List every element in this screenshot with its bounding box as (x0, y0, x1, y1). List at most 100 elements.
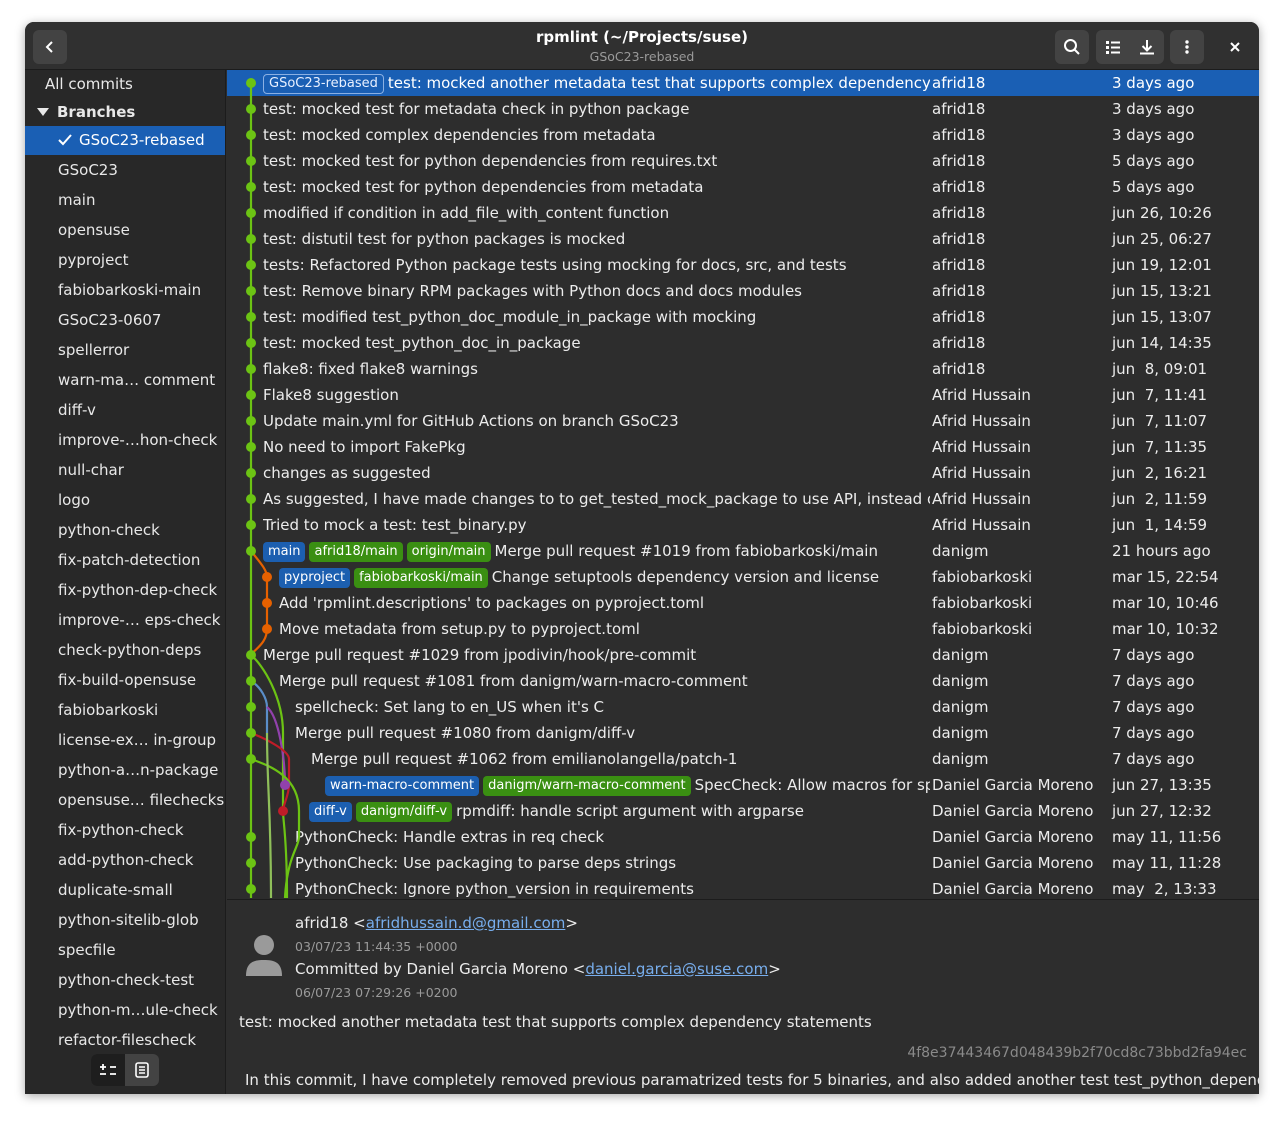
commit-row[interactable]: test: mocked test_python_doc_in_package a… (227, 330, 1259, 356)
commit-row[interactable]: Move metadata from setup.py to pyproject… (227, 616, 1259, 642)
commit-message: Merge pull request #1019 from fabiobarko… (494, 542, 878, 560)
commit-row[interactable]: spellcheck: Set lang to en_US when it's … (227, 694, 1259, 720)
commit-node (246, 546, 256, 556)
commit-row[interactable]: warn-macro-comment danigm/warn-macro-comm… (227, 772, 1259, 798)
commit-date: jun 8, 09:01 (1112, 360, 1208, 378)
commit-row[interactable]: Merge pull request #1062 from emilianola… (227, 746, 1259, 772)
commit-node (246, 754, 256, 764)
sidebar-branch-item[interactable]: fabiobarkoski (25, 696, 225, 724)
commit-row[interactable]: As suggested, I have made changes to to … (227, 486, 1259, 512)
main-menu-button[interactable] (1170, 30, 1204, 64)
commit-row[interactable]: modified if condition in add_file_with_c… (227, 200, 1259, 226)
commit-date: jun 15, 13:07 (1112, 308, 1212, 326)
download-icon (1140, 40, 1154, 55)
commit-row[interactable]: Merge pull request #1081 from danigm/war… (227, 668, 1259, 694)
commit-date: may 11, 11:56 (1112, 828, 1222, 846)
branch-label: logo (58, 491, 91, 509)
commit-row[interactable]: test: mocked test for metadata check in … (227, 96, 1259, 122)
commit-node (246, 676, 256, 686)
sidebar-branch-item[interactable]: opensuse… filechecks (25, 786, 225, 814)
sidebar-branch-item[interactable]: opensuse (25, 216, 225, 244)
commit-row[interactable]: changes as suggested Afrid Hussain jun 2, … (227, 460, 1259, 486)
branch-label: duplicate-small (58, 881, 173, 899)
sidebar-branch-item[interactable]: spellerror (25, 336, 225, 364)
commit-row[interactable]: test: distutil test for python packages … (227, 226, 1259, 252)
commit-date: jun 2, 16:21 (1112, 464, 1208, 482)
sidebar-branch-item[interactable]: GSoC23 (25, 156, 225, 184)
all-commits-item[interactable]: All commits (25, 70, 225, 98)
commit-node (246, 520, 256, 530)
commit-node (246, 442, 256, 452)
commit-row[interactable]: Merge pull request #1080 from danigm/dif… (227, 720, 1259, 746)
commit-author: Afrid Hussain (932, 438, 1031, 456)
sidebar-branch-item[interactable]: check-python-deps (25, 636, 225, 664)
sidebar-branch-item[interactable]: python-m…ule-check (25, 996, 225, 1024)
commit-node (246, 208, 256, 218)
back-button[interactable] (33, 30, 67, 64)
commit-row[interactable]: Merge pull request #1029 from jpodivin/h… (227, 642, 1259, 668)
sidebar-branch-item[interactable]: GSoC23-0607 (25, 306, 225, 334)
sidebar-branch-item[interactable]: improve-… eps-check (25, 606, 225, 634)
commit-row[interactable]: Flake8 suggestion Afrid Hussain jun 7, 11:… (227, 382, 1259, 408)
commit-row[interactable]: test: modified test_python_doc_module_in… (227, 304, 1259, 330)
branch-label: specfile (58, 941, 116, 959)
sidebar-branch-item[interactable]: fix-python-check (25, 816, 225, 844)
compare-button[interactable] (91, 1054, 125, 1086)
sidebar-branch-item[interactable]: warn-ma… comment (25, 366, 225, 394)
list-view-button[interactable] (1096, 30, 1130, 64)
committer-email-link[interactable]: daniel.garcia@suse.com (585, 960, 768, 978)
commit-row[interactable]: flake8: fixed flake8 warnings afrid18 jun … (227, 356, 1259, 382)
commit-node (246, 104, 256, 114)
sidebar-branch-item[interactable]: logo (25, 486, 225, 514)
commit-row[interactable]: diff-v danigm/diff-v rpmdiff: handle scrip… (227, 798, 1259, 824)
commit-node (246, 260, 256, 270)
search-button[interactable] (1055, 30, 1089, 64)
download-button[interactable] (1130, 30, 1164, 64)
sidebar-branch-item[interactable]: improve-…hon-check (25, 426, 225, 454)
sidebar-branch-item[interactable]: python-a…n-package (25, 756, 225, 784)
commit-date: 3 days ago (1112, 126, 1195, 144)
commit-row[interactable]: PythonCheck: Use packaging to parse deps… (227, 850, 1259, 876)
commit-date: jun 15, 13:21 (1112, 282, 1212, 300)
commit-date: 7 days ago (1112, 672, 1195, 690)
sidebar-branch-item[interactable]: python-check-test (25, 966, 225, 994)
sidebar-branch-item[interactable]: python-check (25, 516, 225, 544)
sidebar-branch-item[interactable]: diff-v (25, 396, 225, 424)
commit-row[interactable]: Update main.yml for GitHub Actions on br… (227, 408, 1259, 434)
document-button[interactable] (125, 1054, 159, 1086)
commit-date: mar 10, 10:46 (1112, 594, 1219, 612)
sidebar-branch-item[interactable]: fabiobarkoski-main (25, 276, 225, 304)
sidebar-branch-item[interactable]: main (25, 186, 225, 214)
commit-row[interactable]: test: mocked test for python dependencie… (227, 174, 1259, 200)
commit-row[interactable]: main afrid18/main origin/main Merge pull re… (227, 538, 1259, 564)
commit-node (246, 650, 256, 660)
commit-row[interactable]: Add 'rpmlint.descriptions' to packages o… (227, 590, 1259, 616)
sidebar-branch-item[interactable]: python-sitelib-glob (25, 906, 225, 934)
commit-node (246, 156, 256, 166)
sidebar-branch-item[interactable]: null-char (25, 456, 225, 484)
sidebar-branch-item[interactable]: add-python-check (25, 846, 225, 874)
commit-row[interactable]: Tried to mock a test: test_binary.py Afri… (227, 512, 1259, 538)
commit-hash[interactable]: 4f8e37443467d048439b2f70cd8c73bbd2fa94ec (907, 1045, 1247, 1061)
commit-row[interactable]: test: mocked test for python dependencie… (227, 148, 1259, 174)
sidebar-branch-item[interactable]: license-ex… in-group (25, 726, 225, 754)
commit-row[interactable]: tests: Refactored Python package tests u… (227, 252, 1259, 278)
commit-row[interactable]: GSoC23-rebased test: mocked another metad… (227, 70, 1259, 96)
commit-author: danigm (932, 542, 989, 560)
branches-header[interactable]: Branches (25, 98, 225, 126)
author-email-link[interactable]: afridhussain.d@gmail.com (366, 914, 566, 932)
sidebar-branch-item[interactable]: fix-build-opensuse (25, 666, 225, 694)
commit-row[interactable]: test: Remove binary RPM packages with Py… (227, 278, 1259, 304)
commit-row[interactable]: PythonCheck: Ignore python_version in re… (227, 876, 1259, 898)
commit-row[interactable]: PythonCheck: Handle extras in req check D… (227, 824, 1259, 850)
commit-row[interactable]: pyproject fabiobarkoski/main Change setupt… (227, 564, 1259, 590)
sidebar-branch-item[interactable]: GSoC23-rebased (25, 126, 225, 155)
sidebar-branch-item[interactable]: specfile (25, 936, 225, 964)
sidebar-branch-item[interactable]: fix-python-dep-check (25, 576, 225, 604)
commit-row[interactable]: test: mocked complex dependencies from m… (227, 122, 1259, 148)
sidebar-branch-item[interactable]: duplicate-small (25, 876, 225, 904)
sidebar-branch-item[interactable]: pyproject (25, 246, 225, 274)
sidebar-branch-item[interactable]: fix-patch-detection (25, 546, 225, 574)
close-button[interactable] (1218, 30, 1252, 64)
commit-row[interactable]: No need to import FakePkg Afrid Hussain ju… (227, 434, 1259, 460)
